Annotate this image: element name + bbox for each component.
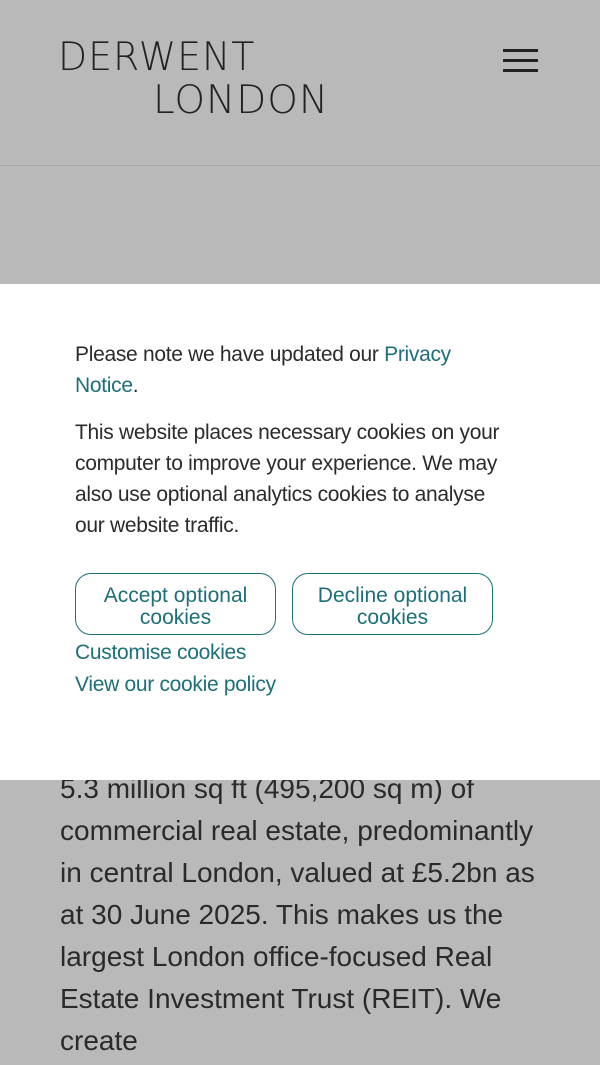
cookie-policy-link[interactable]: View our cookie policy: [75, 669, 515, 701]
site-header: DERWENT LONDON: [0, 0, 600, 166]
privacy-notice-text: Please note we have updated our Privacy …: [75, 339, 515, 401]
cookie-description: This website places necessary cookies on…: [75, 421, 500, 537]
logo-line-1: DERWENT: [58, 35, 256, 80]
cookie-banner-content: Please note we have updated our Privacy …: [75, 339, 515, 701]
customise-cookies-link[interactable]: Customise cookies: [75, 637, 515, 669]
decline-optional-cookies-button[interactable]: Decline optional cookies: [292, 573, 493, 635]
hamburger-menu-icon[interactable]: [503, 49, 538, 73]
cookie-button-row: Accept optional cookies Decline optional…: [75, 573, 515, 637]
derwent-london-logo[interactable]: DERWENT LONDON: [58, 38, 329, 120]
hero-band: [0, 166, 600, 284]
privacy-notice-prefix: Please note we have updated our: [75, 343, 385, 366]
privacy-notice-suffix: .: [132, 374, 139, 397]
logo-line-2: LONDON: [153, 78, 330, 123]
cookie-banner: Please note we have updated our Privacy …: [0, 284, 600, 780]
page: DERWENT LONDON 5.3 million sq ft (495,20…: [0, 0, 600, 1065]
intro-paragraph: 5.3 million sq ft (495,200 sq m) of comm…: [60, 773, 535, 1056]
accept-optional-cookies-button[interactable]: Accept optional cookies: [75, 573, 276, 635]
